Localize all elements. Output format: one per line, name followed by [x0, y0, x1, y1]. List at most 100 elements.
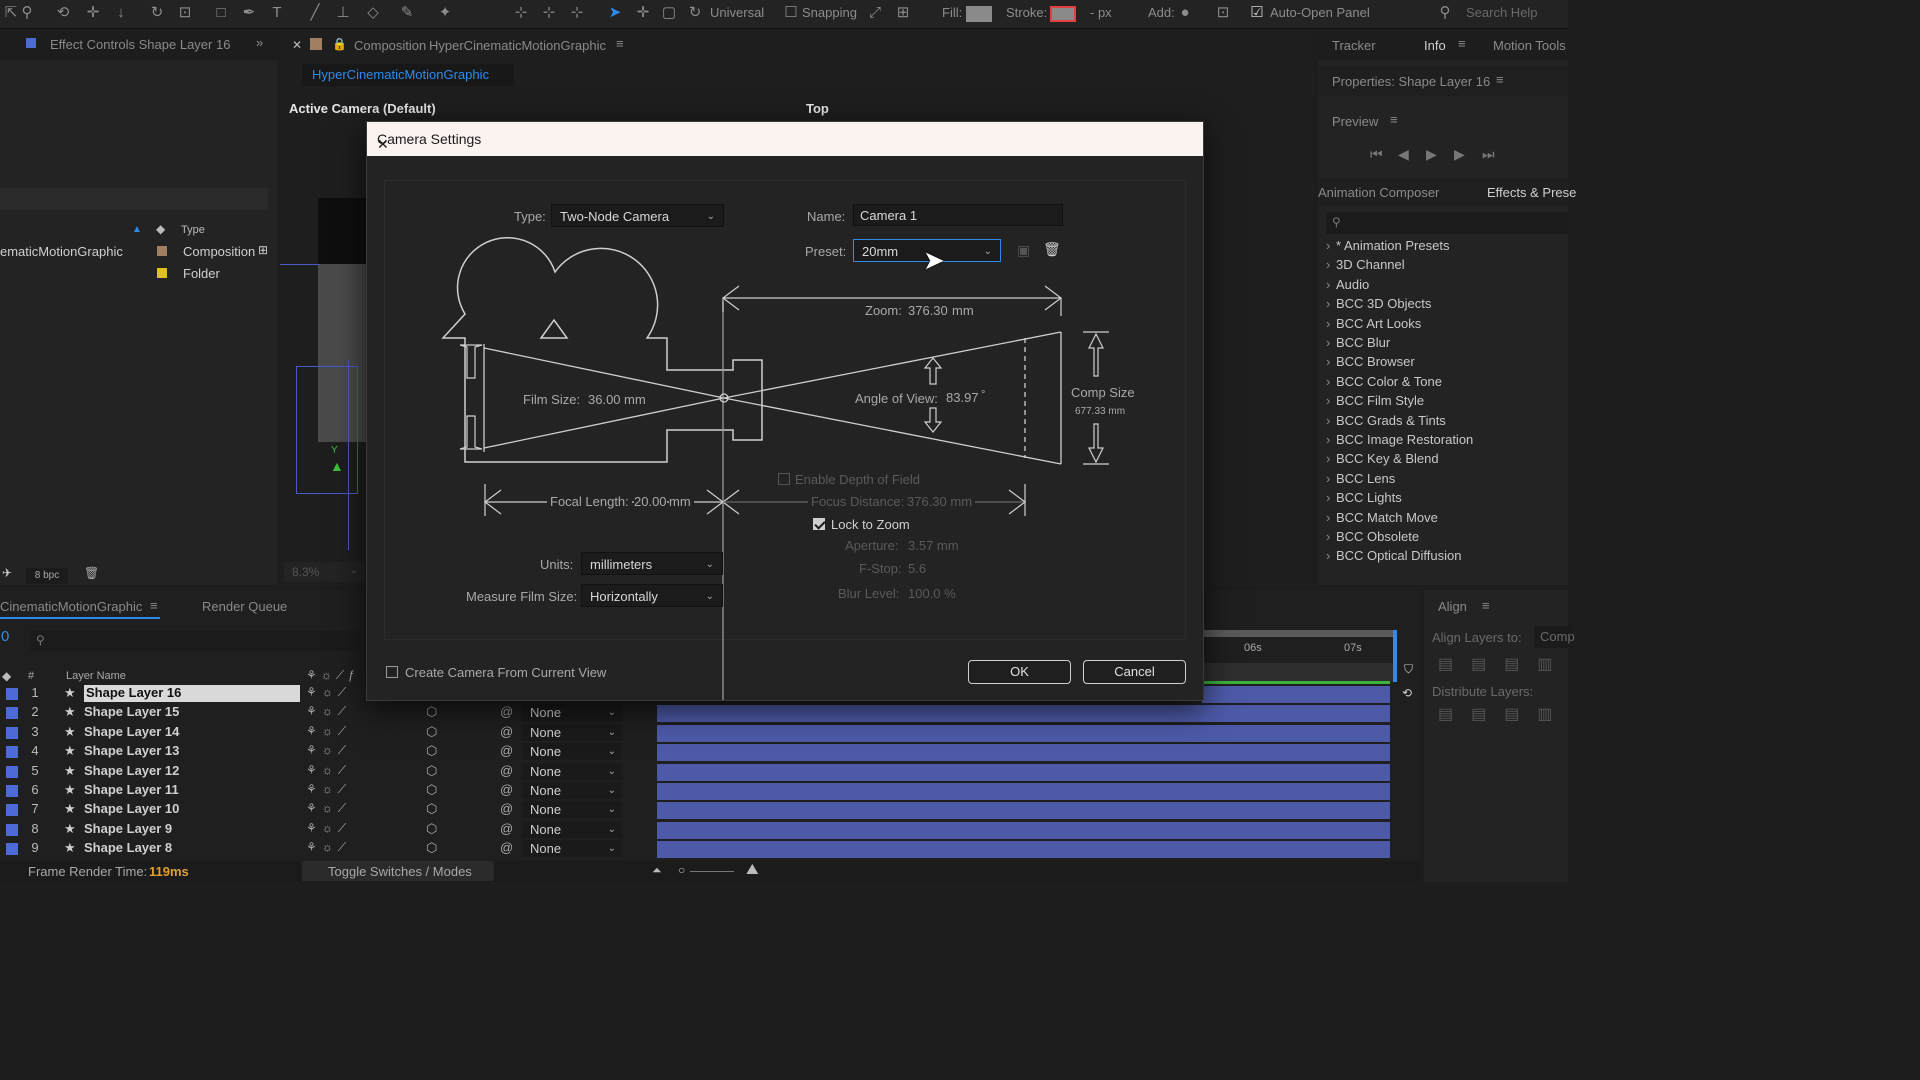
table-row[interactable]: 5 ★ Shape Layer 12 ⚘☼⟋ ⬡ @ None ⌄	[0, 762, 1390, 782]
panel-menu-icon[interactable]: ≡	[150, 598, 158, 613]
distribute-buttons[interactable]: ▤▤▤▥	[1438, 704, 1570, 724]
grid-snap-icon[interactable]: ⊞	[894, 4, 912, 22]
comp-subtab[interactable]: HyperCinematicMotionGraphic	[302, 64, 514, 86]
stroke-swatch[interactable]	[1050, 6, 1076, 22]
3d-layer-icon[interactable]: ⬡	[426, 782, 437, 798]
puppet-tool-icon[interactable]: ✦	[436, 4, 454, 22]
parent-pick-whip-icon[interactable]: @	[500, 840, 513, 855]
snapping-checkbox[interactable]: ☐	[782, 4, 800, 22]
comp-button-icon[interactable]: ⟲	[1402, 686, 1412, 700]
effects-list-item[interactable]: › BCC Color & Tone	[1326, 374, 1442, 389]
table-row[interactable]: 2 ★ Shape Layer 15 ⚘☼⟋ ⬡ @ None ⌄	[0, 704, 1390, 723]
layer-name[interactable]: Shape Layer 8	[84, 840, 172, 855]
type-dropdown[interactable]: Two-Node Camera ⌄	[551, 204, 724, 227]
effects-list-item[interactable]: › BCC Grads & Tints	[1326, 413, 1446, 428]
3d-layer-icon[interactable]: ⬡	[426, 743, 437, 759]
sort-arrow-icon[interactable]: ▲	[132, 224, 142, 235]
parent-dropdown[interactable]: None ⌄	[522, 801, 622, 819]
timeline-ruler[interactable]	[1202, 663, 1394, 681]
layer-switches[interactable]: ⚘☼⟋	[306, 724, 351, 739]
effects-list-item[interactable]: › BCC Match Move	[1326, 510, 1438, 525]
play-icon[interactable]: ▶	[1426, 146, 1437, 163]
table-row[interactable]: 7 ★ Shape Layer 10 ⚘☼⟋ ⬡ @ None ⌄	[0, 801, 1390, 820]
effects-list-item[interactable]: › BCC Optical Diffusion	[1326, 548, 1461, 563]
zoom-value[interactable]: 376.30	[908, 303, 948, 318]
effects-list-item[interactable]: › BCC Lens	[1326, 471, 1395, 486]
cancel-button[interactable]: Cancel	[1083, 660, 1186, 684]
layer-color-swatch[interactable]	[6, 726, 18, 739]
rotate-gizmo-icon[interactable]: ↻	[686, 4, 704, 22]
rectangle-tool-icon[interactable]: □	[212, 4, 230, 22]
align-tab[interactable]: Align	[1438, 599, 1467, 614]
parent-dropdown[interactable]: None ⌄	[522, 840, 622, 858]
rotate-tool-icon[interactable]: ↻	[148, 4, 166, 22]
focal-length-value[interactable]: 20.00	[634, 494, 667, 509]
effects-list-item[interactable]: › BCC Key & Blend	[1326, 451, 1439, 466]
view-axis-icon[interactable]: ⊹	[568, 4, 586, 22]
measure-film-size-dropdown[interactable]: Horizontally ⌄	[581, 584, 723, 607]
parent-pick-whip-icon[interactable]: @	[500, 782, 513, 797]
layer-switches[interactable]: ⚘☼⟋	[306, 704, 351, 719]
effects-list-item[interactable]: › BCC Obsolete	[1326, 529, 1419, 544]
work-area-bar[interactable]	[1202, 630, 1394, 637]
text-tool-icon[interactable]: T	[268, 4, 286, 22]
effects-list-item[interactable]: › BCC Blur	[1326, 335, 1390, 350]
table-row[interactable]: 6 ★ Shape Layer 11 ⚘☼⟋ ⬡ @ None ⌄	[0, 782, 1390, 801]
effects-list-item[interactable]: › BCC Art Looks	[1326, 316, 1421, 331]
layer-name[interactable]: Shape Layer 9	[84, 821, 172, 836]
layer-name[interactable]: Shape Layer 11	[84, 782, 179, 797]
timecode-display[interactable]: 0	[1, 628, 9, 645]
add-property-icon[interactable]: ●	[1176, 4, 1194, 22]
effects-list-item[interactable]: › 3D Channel	[1326, 257, 1405, 272]
info-tab[interactable]: Info	[1424, 38, 1446, 53]
layer-switches[interactable]: ⚘☼⟋	[306, 743, 351, 758]
layer-duration-bar[interactable]	[657, 821, 1390, 839]
stroke-width[interactable]: - px	[1090, 3, 1112, 23]
interpret-footage-icon[interactable]: ✈	[2, 566, 12, 580]
layer-name[interactable]: Shape Layer 16	[84, 685, 300, 702]
layer-color-swatch[interactable]	[6, 746, 18, 759]
pen-tool-icon[interactable]: ✒	[240, 4, 258, 22]
layer-switches[interactable]: ⚘☼⟋	[306, 763, 351, 778]
layer-switches[interactable]: ⚘☼⟋	[306, 840, 351, 855]
zoom-out-icon[interactable]: ⏶	[652, 863, 662, 878]
save-preset-icon[interactable]: ▣	[1017, 242, 1030, 259]
parent-dropdown[interactable]: None ⌄	[522, 723, 622, 741]
layer-switches[interactable]: ⚘☼⟋	[306, 782, 351, 797]
layer-duration-bar[interactable]	[657, 763, 1390, 781]
table-row[interactable]: 9 ★ Shape Layer 8 ⚘☼⟋ ⬡ @ None ⌄	[0, 840, 1390, 859]
next-frame-icon[interactable]: ▶	[1454, 146, 1465, 163]
layer-duration-bar[interactable]	[657, 783, 1390, 800]
layer-color-swatch[interactable]	[6, 765, 18, 778]
3d-layer-icon[interactable]: ⬡	[426, 821, 437, 837]
eraser-tool-icon[interactable]: ◇	[364, 4, 382, 22]
table-row[interactable]: 4 ★ Shape Layer 13 ⚘☼⟋ ⬡ @ None ⌄	[0, 743, 1390, 762]
move-gizmo-icon[interactable]: ✛	[634, 4, 652, 22]
delete-preset-icon[interactable]: 🗑	[1043, 241, 1061, 258]
anchor-tool-icon[interactable]: ⊡	[176, 4, 194, 22]
clone-stamp-tool-icon[interactable]: ⊥	[334, 4, 352, 22]
first-frame-icon[interactable]: ⏮	[1370, 146, 1383, 163]
effects-list-item[interactable]: › BCC Image Restoration	[1326, 432, 1473, 447]
trash-icon[interactable]: 🗑	[84, 566, 99, 580]
angle-of-view-value[interactable]: 83.97	[946, 390, 979, 405]
tracker-tab[interactable]: Tracker	[1332, 38, 1376, 53]
panel-menu-icon[interactable]: ≡	[1458, 36, 1466, 51]
layer-switches[interactable]: ⚘☼⟋	[306, 821, 351, 836]
layer-name[interactable]: Shape Layer 14	[84, 724, 179, 739]
parent-pick-whip-icon[interactable]: @	[500, 724, 513, 739]
render-queue-tab[interactable]: Render Queue	[202, 599, 287, 614]
motion-tools-tab[interactable]: Motion Tools	[1493, 38, 1566, 53]
toggle-switches-button[interactable]: Toggle Switches / Modes	[302, 861, 494, 881]
composition-tab-name[interactable]: HyperCinematicMotionGraphic	[429, 38, 606, 53]
zoom-slider-handle[interactable]: ○	[678, 863, 685, 877]
effects-search-input[interactable]: ⚲	[1326, 212, 1568, 234]
project-search-field[interactable]	[0, 188, 268, 210]
parent-dropdown[interactable]: None ⌄	[522, 762, 622, 780]
layer-switches[interactable]: ⚘☼⟋	[306, 801, 351, 816]
fill-swatch[interactable]	[966, 6, 992, 22]
layer-color-swatch[interactable]	[6, 843, 18, 856]
last-frame-icon[interactable]: ⏭	[1482, 146, 1495, 163]
layer-color-swatch[interactable]	[6, 785, 18, 797]
auto-open-checkbox[interactable]: ☑	[1248, 4, 1266, 22]
